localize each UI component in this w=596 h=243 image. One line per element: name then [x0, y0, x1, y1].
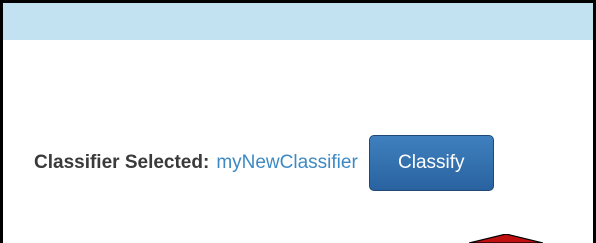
classifier-selection-row: Classifier Selected: myNewClassifier Cla… — [34, 135, 494, 191]
classify-button[interactable]: Classify — [368, 135, 494, 191]
header-bar — [3, 3, 593, 40]
classifier-selected-label: Classifier Selected: — [34, 152, 210, 173]
red-arrow-up-icon — [469, 234, 543, 243]
selected-classifier-link[interactable]: myNewClassifier — [216, 152, 357, 174]
app-window: Classifier Selected: myNewClassifier Cla… — [0, 0, 596, 243]
